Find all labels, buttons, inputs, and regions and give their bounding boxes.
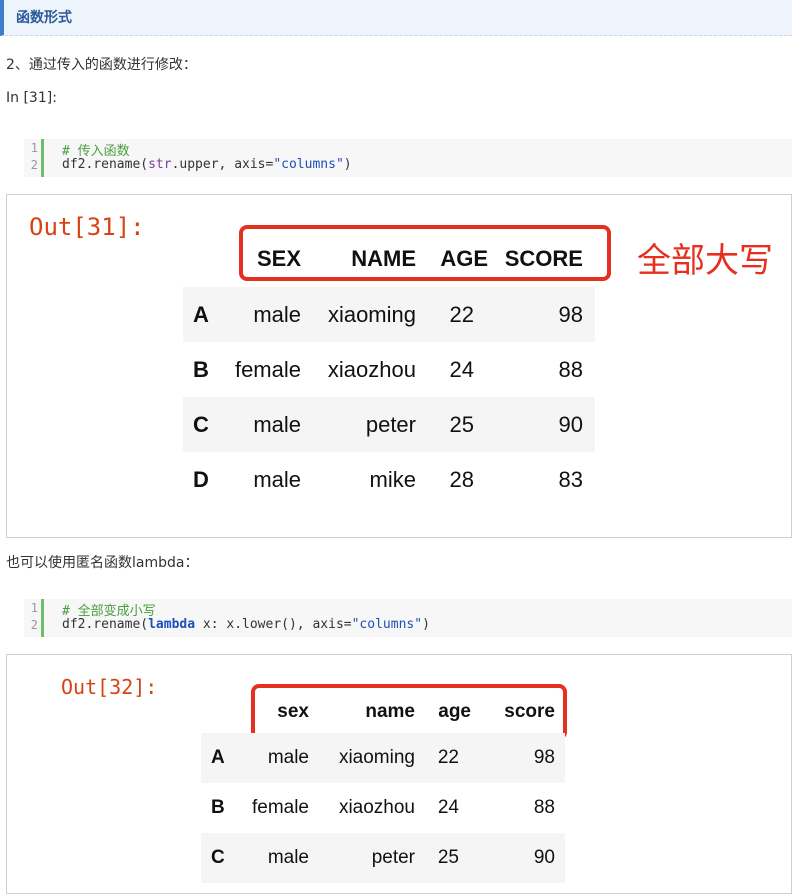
table-row: C male peter 25 90 [183, 397, 595, 452]
table-row: A male xiaoming 22 98 [183, 287, 595, 342]
cell-name: xiaozhou [327, 356, 416, 382]
column-header: AGE [440, 246, 488, 271]
table-row: B female xiaozhou 24 88 [201, 783, 565, 833]
cell-name: peter [365, 411, 416, 437]
cell-age: 24 [449, 356, 474, 382]
cell-sex: male [253, 411, 301, 437]
cell-sex: male [267, 747, 309, 768]
code-block-1[interactable]: 1 2 # 传入函数 df2.rename(str.upper, axis="c… [24, 139, 792, 177]
table-row: D male mike 28 83 [183, 452, 595, 507]
cell-score: 98 [533, 747, 555, 768]
cell-age: 25 [449, 411, 474, 437]
annotation-uppercase: 全部大写 [637, 241, 773, 281]
table-header-row: SEX NAME AGE SCORE [183, 231, 595, 287]
table-header-row: sex name age score [201, 691, 565, 733]
cell-score: 88 [558, 356, 583, 382]
column-header: age [438, 701, 471, 722]
cell-score: 83 [558, 466, 583, 492]
cell-age: 25 [437, 847, 459, 868]
dataframe-table: sex name age score A male xiaoming 22 98… [201, 691, 565, 883]
cell-age: 24 [437, 797, 459, 818]
cell-name: xiaozhou [338, 797, 415, 818]
cell-name: xiaoming [327, 301, 416, 327]
cell-age: 22 [437, 747, 459, 768]
column-header: name [365, 701, 415, 722]
cell-sex: female [234, 356, 301, 382]
row-index: B [193, 356, 209, 382]
cell-score: 90 [558, 411, 583, 437]
dataframe-table: SEX NAME AGE SCORE A male xiaoming 22 98… [183, 231, 595, 507]
output-cell-31: Out[31]: 全部大写 SEX NAME AGE SCORE A male … [6, 194, 792, 538]
row-index: D [193, 466, 209, 492]
column-header: SCORE [504, 246, 583, 271]
output-cell-32: Out[32]: sex name age score A male xiaom… [6, 654, 792, 894]
cell-name: mike [369, 466, 416, 492]
table-row: A male xiaoming 22 98 [201, 733, 565, 783]
column-header: score [504, 701, 555, 722]
cell-sex: female [251, 797, 309, 818]
section-header: 函数形式 [0, 0, 792, 36]
code-line-2: df2.rename(str.upper, axis="columns") [62, 157, 352, 172]
paragraph-rename-function: 2、通过传入的函数进行修改： [6, 57, 197, 73]
column-header: NAME [351, 246, 416, 271]
paragraph-lambda: 也可以使用匿名函数lambda： [6, 555, 199, 571]
row-index: B [211, 797, 225, 818]
row-index: C [193, 411, 209, 437]
code-line-2: df2.rename(lambda x: x.lower(), axis="co… [62, 617, 430, 632]
cell-sex: male [267, 847, 309, 868]
table-row: B female xiaozhou 24 88 [183, 342, 595, 397]
line-number: 2 [30, 618, 38, 632]
row-index: A [211, 747, 225, 768]
code-gutter: 1 2 [24, 599, 44, 637]
cell-age: 22 [449, 301, 474, 327]
row-index: A [193, 301, 209, 327]
cell-sex: male [253, 301, 301, 327]
row-index: C [211, 847, 225, 868]
code-gutter: 1 2 [24, 139, 44, 177]
cell-name: peter [371, 847, 415, 868]
table-row: C male peter 25 90 [201, 833, 565, 883]
code-block-2[interactable]: 1 2 # 全部变成小写 df2.rename(lambda x: x.lowe… [24, 599, 792, 637]
line-number: 2 [30, 158, 38, 172]
section-title: 函数形式 [16, 10, 72, 26]
out-prompt: Out[32]: [61, 675, 158, 699]
out-prompt: Out[31]: [29, 213, 145, 241]
cell-score: 90 [533, 847, 555, 868]
cell-score: 88 [533, 797, 555, 818]
in-prompt: In [31]: [6, 90, 57, 106]
cell-name: xiaoming [338, 747, 415, 768]
cell-age: 28 [449, 466, 474, 492]
line-number: 1 [30, 141, 38, 155]
column-header: SEX [256, 246, 301, 271]
column-header: sex [277, 701, 309, 722]
line-number: 1 [30, 601, 38, 615]
cell-sex: male [253, 466, 301, 492]
cell-score: 98 [558, 301, 583, 327]
